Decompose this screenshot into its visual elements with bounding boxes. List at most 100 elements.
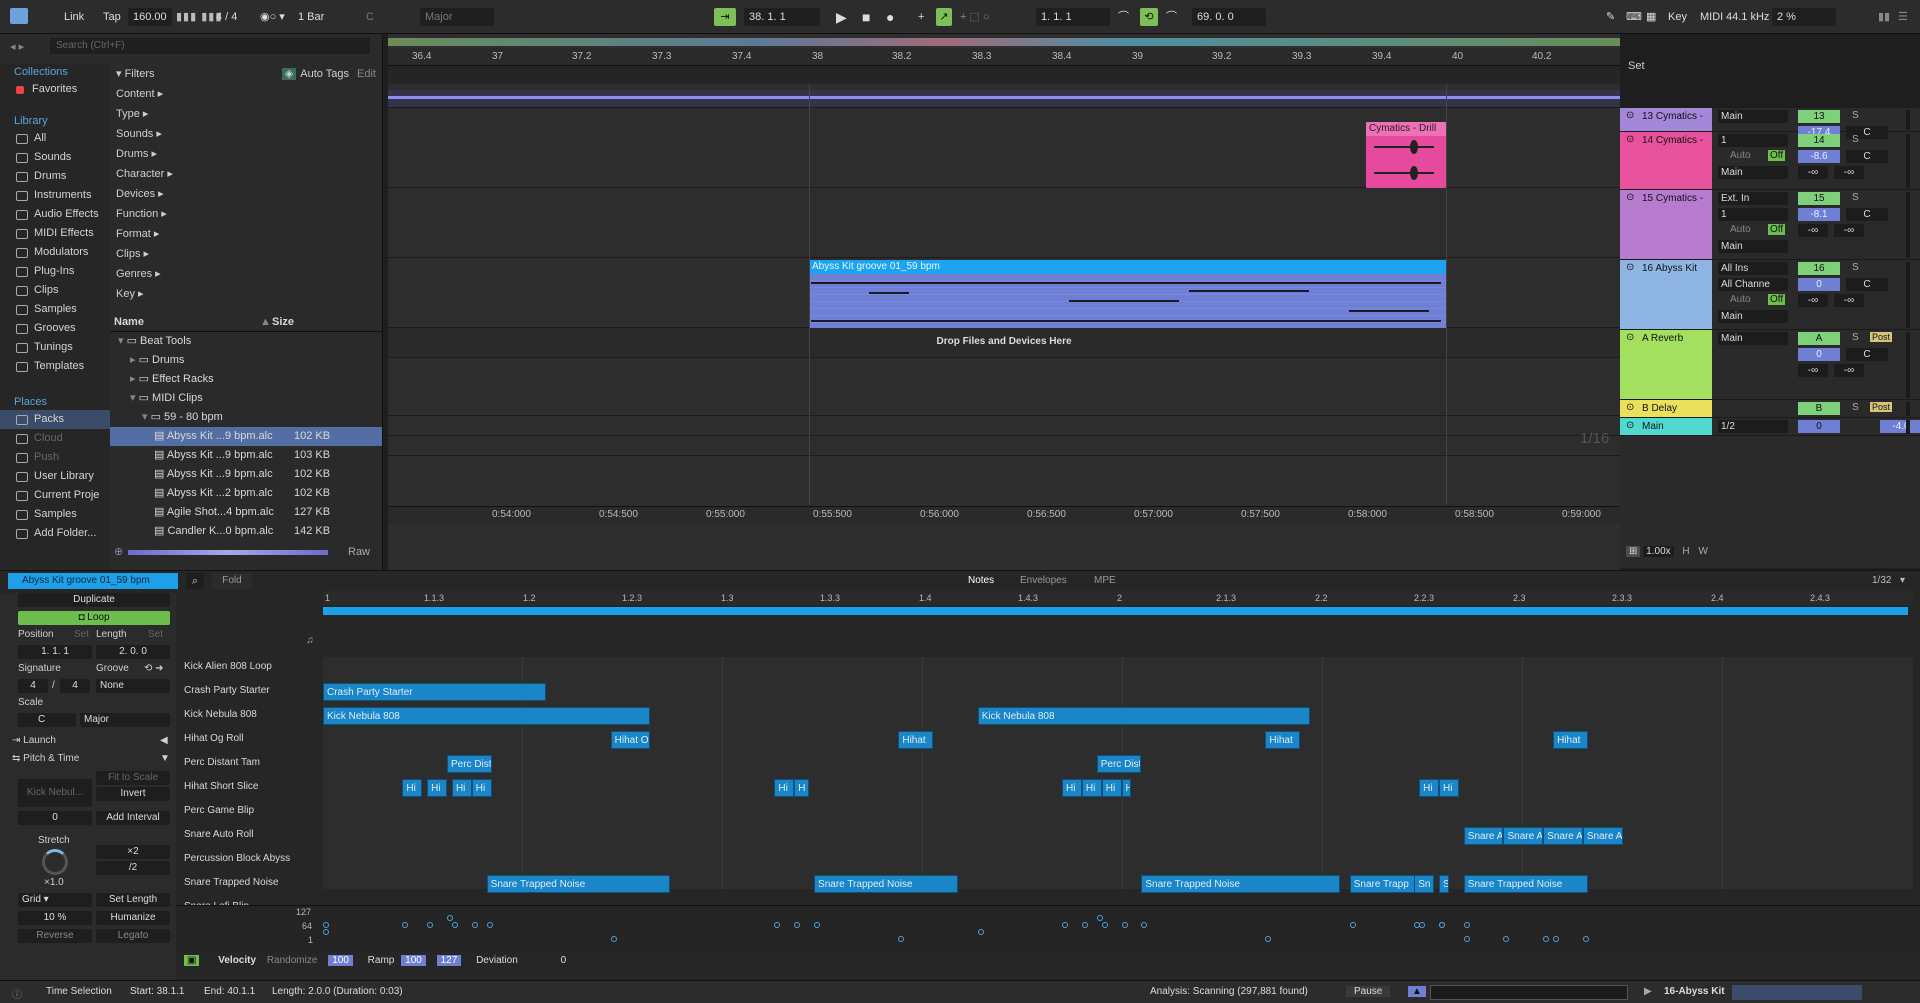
loop-toggle[interactable]: ◘ Loop [18, 611, 170, 625]
record-icon[interactable]: ● [886, 8, 894, 26]
volume-field[interactable]: -4.0 [1880, 420, 1920, 433]
song-position[interactable]: 38. 1. 1 [744, 8, 820, 26]
velocity-marker[interactable] [447, 915, 453, 921]
tab-mpe[interactable]: MPE [1094, 575, 1116, 586]
output-select[interactable]: 1/2 [1718, 420, 1788, 433]
midi-note[interactable]: Snare Trapped Noise [486, 875, 671, 893]
drop-zone[interactable]: Drop Files and Devices Here [388, 328, 1620, 358]
file-row[interactable]: ▤ Abyss Kit ...9 bpm.alc 102 KB [110, 427, 382, 446]
filter-category[interactable]: Content ▸ [110, 84, 382, 104]
view-toggle-icon[interactable] [10, 8, 28, 24]
track-name[interactable]: ⊙ 16 Abyss Kit [1620, 260, 1712, 329]
drum-pad-name[interactable]: Hihat Short Slice [184, 781, 258, 792]
favorites-item[interactable]: Favorites [0, 80, 110, 99]
clip-abyss-kit-groove[interactable]: Abyss Kit groove 01_59 bpm [809, 260, 1446, 330]
zoom-level[interactable]: 1.00x [1643, 546, 1674, 557]
time-signature[interactable]: 4 / 4 [216, 8, 237, 26]
name-column-header[interactable]: Name [110, 316, 144, 328]
output-select[interactable]: Main [1718, 240, 1788, 253]
pan-field[interactable]: C [1846, 150, 1888, 163]
duplicate-button[interactable]: Duplicate [18, 593, 170, 607]
mixer-track[interactable]: ⊙ B Delay B S Post [1620, 400, 1920, 418]
velocity-marker[interactable] [1121, 922, 1128, 928]
clip-name-field[interactable]: Abyss Kit groove 01_59 bpm [8, 573, 178, 589]
scale-root-select[interactable]: C [18, 713, 76, 727]
drum-pad-name[interactable]: Kick Nebula 808 [184, 709, 257, 720]
midi-note[interactable]: H [1121, 779, 1132, 797]
fold-track-icon[interactable]: ⊙ [1626, 192, 1634, 203]
fold-track-icon[interactable]: ⊙ [1626, 134, 1634, 145]
punch-in-icon[interactable]: ⌒ [1118, 8, 1129, 26]
midi-note[interactable]: Hi [1419, 779, 1439, 797]
punch-out-icon[interactable]: ⌒ [1166, 8, 1177, 26]
pause-button[interactable]: Pause [1346, 986, 1391, 997]
key-map-button[interactable]: Key [1668, 8, 1687, 26]
scale-type-select[interactable]: Major [80, 713, 170, 727]
mixer-track[interactable]: ⊙ 14 Cymatics - 1 Auto Off Main 14 S -8.6 C -∞ -∞ [1620, 132, 1920, 190]
set-button[interactable]: Set [1628, 60, 1645, 72]
velocity-marker[interactable] [814, 922, 821, 928]
track-name[interactable]: ⊙ B Delay [1620, 400, 1712, 417]
tap-button[interactable]: Tap [103, 8, 121, 26]
sig-den-field[interactable]: 4 [60, 679, 90, 693]
filter-category[interactable]: Sounds ▸ [110, 124, 382, 144]
velocity-marker[interactable] [1062, 922, 1069, 928]
keyboard-icon[interactable]: ⌨ [1626, 8, 1642, 26]
monitor-auto[interactable]: Auto [1730, 150, 1751, 161]
send-a-level[interactable]: -∞ [1798, 166, 1828, 179]
monitor-off[interactable]: Off [1768, 150, 1786, 161]
interval-field[interactable]: 0 [18, 811, 92, 825]
velocity-marker[interactable] [1503, 936, 1510, 942]
preview-bar[interactable]: ⊕ Raw [110, 543, 382, 562]
auto-tags-label[interactable]: Auto Tags [300, 68, 349, 80]
midi-note[interactable]: Hi [427, 779, 447, 797]
library-item[interactable]: Plug-Ins [0, 262, 110, 281]
set-length-button[interactable]: Set Length [96, 893, 170, 907]
velocity-marker[interactable] [610, 936, 617, 942]
reverse-button[interactable]: Reverse [18, 929, 92, 943]
expand-icon[interactable]: ▼ [160, 753, 170, 764]
midi-note[interactable]: Snare A [1543, 827, 1583, 845]
back-forward-icon[interactable]: ◂ ▸ [10, 40, 24, 53]
file-row[interactable]: ▤ Abyss Kit ...9 bpm.alc 103 KB [110, 446, 382, 465]
midi-note[interactable]: Snare A [1463, 827, 1504, 845]
output-select[interactable]: Main [1718, 332, 1788, 345]
midi-note[interactable]: Hihat [898, 731, 934, 749]
track-activator[interactable]: A [1798, 332, 1840, 345]
preview-icon[interactable]: ⊕ [114, 543, 123, 562]
length-set-button[interactable]: Set [148, 629, 163, 640]
velocity-toggle-icon[interactable]: ▣ [184, 955, 200, 966]
stop-icon[interactable]: ■ [862, 8, 870, 26]
sig-numerator[interactable]: 4 [216, 11, 222, 23]
track-activator[interactable]: 16 [1798, 262, 1840, 275]
pitch-time-section[interactable]: ⇆ Pitch & Time [12, 753, 79, 764]
loop-toggle-icon[interactable]: ⟲ [1140, 8, 1158, 26]
info-icon[interactable]: ⓘ [12, 986, 22, 1001]
track-overview[interactable] [1732, 985, 1862, 1000]
quantize-select[interactable]: 1 Bar [298, 8, 324, 26]
groove-select[interactable]: None [96, 679, 170, 693]
humanize-button[interactable]: Humanize [96, 911, 170, 925]
auto-tags-icon[interactable]: ◈ [281, 68, 297, 80]
solo-button[interactable]: S [1852, 402, 1859, 413]
output-select[interactable]: Main [1718, 166, 1788, 179]
velocity-marker[interactable] [794, 922, 801, 928]
disclosure-icon[interactable]: ▸ [130, 373, 139, 385]
solo-button[interactable]: S [1852, 192, 1859, 203]
library-item[interactable]: MIDI Effects [0, 224, 110, 243]
key-root-select[interactable]: C [366, 8, 374, 26]
place-item[interactable]: Packs [0, 410, 110, 429]
midi-note[interactable]: Hi [402, 779, 423, 797]
drum-pad-name[interactable]: Hihat Og Roll [184, 733, 243, 744]
file-row[interactable]: ▤ Candler K...0 bpm.alc 142 KB [110, 522, 382, 541]
loop-bar[interactable] [323, 607, 1908, 615]
metronome-icon[interactable]: ◉○ ▾ [260, 8, 285, 26]
session-record-icon[interactable]: + ⬚ ○ [960, 8, 990, 26]
pre-post-toggle[interactable]: Post [1870, 332, 1893, 342]
return-lane-b[interactable] [388, 416, 1620, 436]
tree-folder[interactable]: ▾ ▭ 59 - 80 bpm [110, 408, 382, 427]
midi-note[interactable]: S [1439, 875, 1449, 893]
midi-note[interactable]: Hi [1062, 779, 1082, 797]
launch-section[interactable]: ⇥ Launch [12, 735, 56, 746]
velocity-marker[interactable] [402, 922, 409, 928]
